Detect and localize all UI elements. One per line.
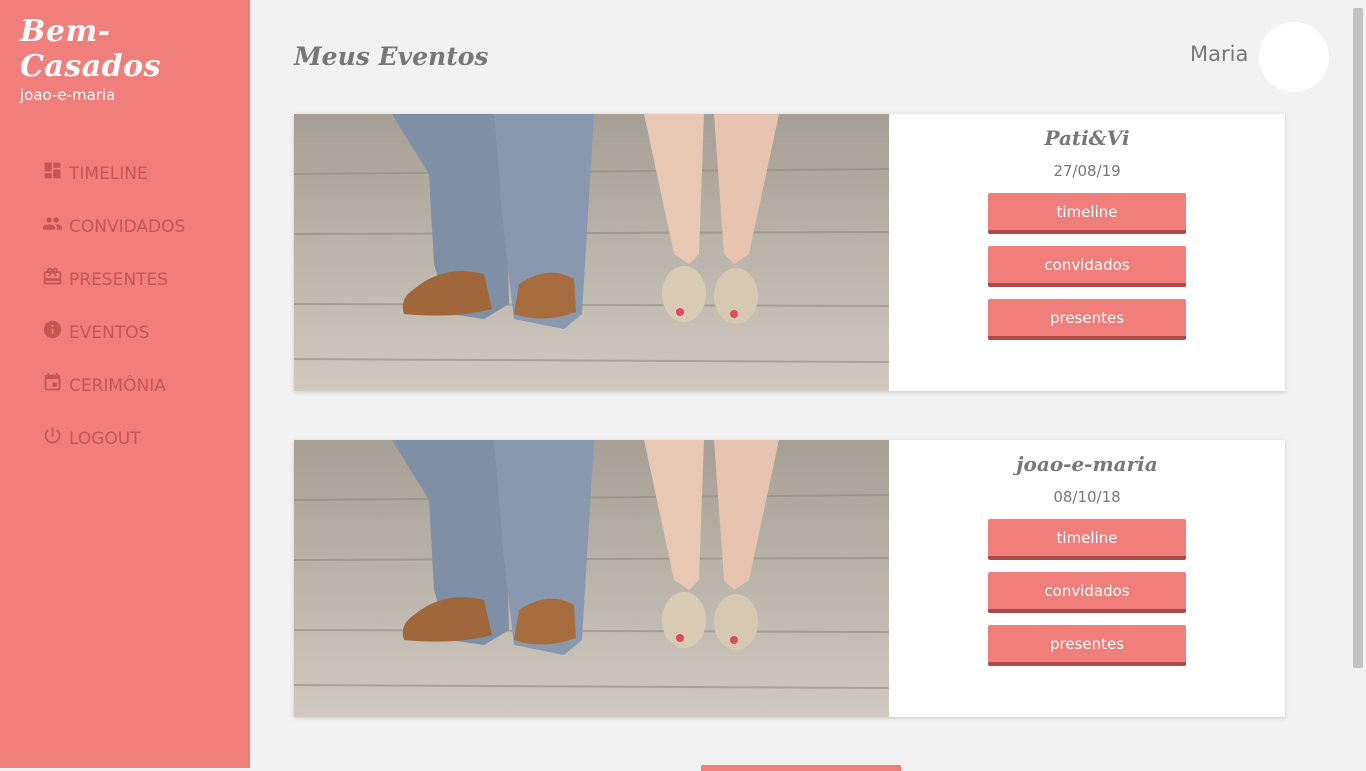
event-info: Pati&Vi 27/08/19 timeline convidados pre…	[889, 114, 1285, 391]
timeline-button[interactable]: timeline	[988, 519, 1186, 560]
sidebar-item-logout[interactable]: LOGOUT	[41, 409, 185, 462]
avatar[interactable]	[1259, 22, 1329, 92]
current-event-slug: joao-e-maria	[20, 86, 116, 104]
add-event-button[interactable]	[701, 765, 901, 771]
event-info: joao-e-maria 08/10/18 timeline convidado…	[889, 440, 1285, 717]
event-date: 27/08/19	[1053, 162, 1121, 180]
main-content: Meus Eventos Maria Pati&Vi 27/08/19 time…	[250, 0, 1350, 768]
people-icon	[41, 213, 63, 235]
event-date: 08/10/18	[1053, 488, 1121, 506]
power-icon	[41, 425, 63, 447]
convidados-button[interactable]: convidados	[988, 246, 1186, 287]
sidebar-item-eventos[interactable]: EVENTOS	[41, 303, 185, 356]
presentes-button[interactable]: presentes	[988, 625, 1186, 666]
sidebar-nav: TIMELINE CONVIDADOS PRESENTES EVENTOS CE…	[41, 144, 185, 462]
presentes-button[interactable]: presentes	[988, 299, 1186, 340]
sidebar-item-label: CERIMÔNIA	[69, 375, 166, 396]
calendar-event-icon	[41, 372, 63, 394]
page-title: Meus Eventos	[294, 42, 489, 71]
dashboard-icon	[41, 160, 63, 182]
brand-logo[interactable]: Bem-Casados	[20, 14, 250, 84]
sidebar-item-label: TIMELINE	[69, 163, 148, 184]
event-photo	[294, 114, 889, 391]
sidebar-item-label: PRESENTES	[69, 269, 168, 290]
event-card: Pati&Vi 27/08/19 timeline convidados pre…	[294, 114, 1285, 391]
sidebar-item-label: CONVIDADOS	[69, 216, 186, 237]
event-photo	[294, 440, 889, 717]
gift-card-icon	[41, 266, 63, 288]
user-name: Maria	[1190, 42, 1249, 66]
event-name: joao-e-maria	[1016, 452, 1158, 476]
event-name: Pati&Vi	[1044, 126, 1130, 150]
info-icon	[41, 319, 63, 341]
convidados-button[interactable]: convidados	[988, 572, 1186, 613]
sidebar-item-timeline[interactable]: TIMELINE	[41, 144, 185, 197]
sidebar-item-presentes[interactable]: PRESENTES	[41, 250, 185, 303]
sidebar: Bem-Casados joao-e-maria TIMELINE CONVID…	[0, 0, 250, 768]
scrollbar-thumb[interactable]	[1353, 8, 1363, 668]
event-card: joao-e-maria 08/10/18 timeline convidado…	[294, 440, 1285, 717]
sidebar-item-cerimonia[interactable]: CERIMÔNIA	[41, 356, 185, 409]
sidebar-item-label: EVENTOS	[69, 322, 150, 343]
sidebar-item-label: LOGOUT	[69, 428, 141, 449]
sidebar-item-convidados[interactable]: CONVIDADOS	[41, 197, 185, 250]
timeline-button[interactable]: timeline	[988, 193, 1186, 234]
